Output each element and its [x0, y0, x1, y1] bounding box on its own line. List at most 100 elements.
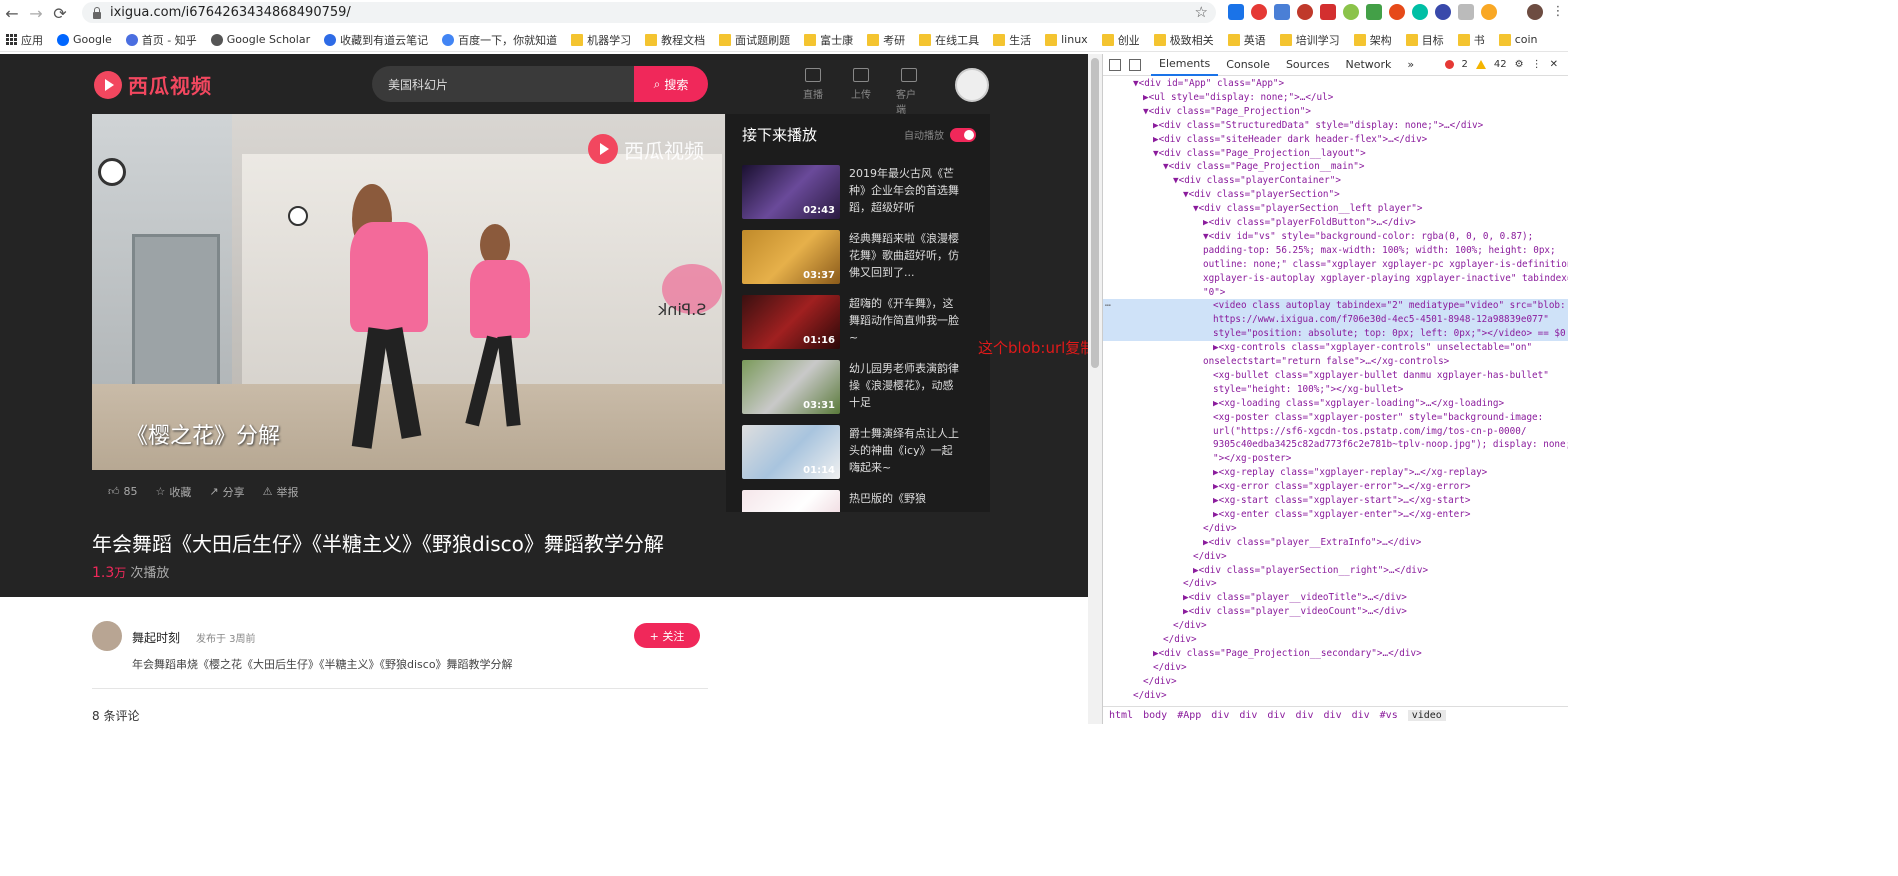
search-button[interactable]: ⌕ 搜索 — [634, 66, 708, 102]
dom-node[interactable]: </div> — [1103, 577, 1568, 591]
bookmark-item[interactable]: 培训学习 — [1279, 32, 1340, 48]
dom-node[interactable]: ▼<div class="playerSection__left player"… — [1103, 202, 1568, 216]
dom-node[interactable]: onselectstart="return false">…</xg-contr… — [1103, 355, 1568, 369]
device-toggle-icon[interactable] — [1129, 58, 1141, 71]
dom-node[interactable]: ▶<div class="playerSection__right">…</di… — [1103, 564, 1568, 578]
devtools-tab[interactable]: » — [1399, 54, 1422, 76]
dom-node[interactable]: ▶<div class="Page_Projection__secondary"… — [1103, 647, 1568, 661]
menu-icon[interactable]: ⋮ — [1550, 4, 1566, 20]
extension-icon[interactable] — [1504, 4, 1520, 20]
bookmark-item[interactable]: 架构 — [1353, 32, 1392, 48]
dom-node[interactable]: </div> — [1103, 550, 1568, 564]
author-avatar[interactable] — [92, 621, 122, 651]
extension-icon[interactable] — [1297, 4, 1313, 20]
selected-dom-node[interactable]: https://www.ixigua.com/f706e30d-4ec5-450… — [1103, 313, 1568, 328]
extension-icon[interactable] — [1228, 4, 1244, 20]
devtools-status[interactable]: 2 42 ⚙ ⋮ ✕ — [1444, 59, 1558, 70]
bookmark-item[interactable]: 考研 — [867, 32, 905, 48]
dom-node[interactable]: "0"> — [1103, 286, 1568, 300]
bookmark-item[interactable]: 首页 - 知乎 — [125, 32, 197, 48]
up-next-title[interactable]: 超嗨的《开车舞》，这舞蹈动作简直帅我一脸~ — [849, 295, 961, 346]
address-bar[interactable]: ixigua.com/i6764263434868490759/ ☆ — [82, 2, 1216, 23]
bookmark-item[interactable]: 面试题刷题 — [719, 32, 790, 48]
dom-node[interactable]: ▶<div class="player__videoTitle">…</div> — [1103, 591, 1568, 605]
devtools-tab[interactable]: Network — [1337, 54, 1399, 76]
selected-dom-node[interactable]: style="position: absolute; top: 0px; lef… — [1103, 327, 1568, 342]
dom-node[interactable]: <xg-bullet class="xgplayer-bullet danmu … — [1103, 369, 1568, 383]
up-next-thumbnail[interactable] — [742, 490, 840, 512]
dom-node[interactable]: </div> — [1103, 675, 1568, 689]
extension-icon[interactable] — [1274, 4, 1290, 20]
bookmark-item[interactable]: 书 — [1457, 32, 1485, 48]
up-next-title[interactable]: 幼儿园男老师表演韵律操《浪漫樱花》，动感十足 — [849, 360, 961, 411]
dom-node[interactable]: ▼<div class="Page_Projection__main"> — [1103, 160, 1568, 174]
up-next-thumbnail[interactable]: 03:31 — [742, 360, 840, 414]
autoplay-toggle[interactable] — [950, 127, 976, 142]
breadcrumb-item[interactable]: div — [1324, 710, 1342, 721]
breadcrumb-item[interactable]: div — [1211, 710, 1229, 721]
like-button[interactable]: 👍︎ 85 — [108, 485, 138, 498]
up-next-title[interactable]: 经典舞蹈来啦《浪漫樱花舞》歌曲超好听，仿佛又回到了... — [849, 230, 961, 281]
up-next-item[interactable]: 02:43 2019年最火古风《芒种》企业年会的首选舞蹈，超级好听 — [742, 165, 982, 221]
extension-icon[interactable] — [1320, 4, 1336, 20]
bookmark-item[interactable]: 创业 — [1101, 32, 1140, 48]
header-action[interactable]: 上传 — [848, 68, 874, 116]
breadcrumb-item[interactable]: div — [1352, 710, 1370, 721]
close-icon[interactable]: ✕ — [1550, 59, 1558, 70]
extension-icon[interactable] — [1481, 4, 1497, 20]
header-action[interactable]: 客户端 — [896, 68, 922, 116]
up-next-thumbnail[interactable]: 02:43 — [742, 165, 840, 219]
back-icon[interactable]: ← — [0, 1, 24, 25]
bookmark-item[interactable]: linux — [1045, 33, 1088, 46]
bookmark-item[interactable]: Google Scholar — [210, 33, 310, 46]
extension-icon[interactable] — [1458, 4, 1474, 20]
dom-node[interactable]: ▶<xg-replay class="xgplayer-replay">…</x… — [1103, 466, 1568, 480]
dom-node[interactable]: ▼<div id="vs" style="background-color: r… — [1103, 230, 1568, 244]
up-next-item[interactable]: 03:37 经典舞蹈来啦《浪漫樱花舞》歌曲超好听，仿佛又回到了... — [742, 230, 982, 286]
bookmark-star-icon[interactable]: ☆ — [1195, 3, 1208, 21]
bookmark-item[interactable]: 应用 — [6, 32, 43, 48]
up-next-title[interactable]: 热巴版的《野狼 — [849, 490, 961, 507]
dom-node[interactable]: ▶<div class="player__ExtraInfo">…</div> — [1103, 536, 1568, 550]
up-next-thumbnail[interactable]: 03:37 — [742, 230, 840, 284]
up-next-title[interactable]: 2019年最火古风《芒种》企业年会的首选舞蹈，超级好听 — [849, 165, 961, 216]
up-next-thumbnail[interactable]: 01:14 — [742, 425, 840, 479]
extension-icon[interactable] — [1343, 4, 1359, 20]
breadcrumb-item[interactable]: #vs — [1380, 710, 1398, 721]
user-avatar[interactable] — [955, 68, 989, 102]
profile-icon[interactable] — [1527, 4, 1543, 20]
more-icon[interactable]: ⋮ — [1532, 59, 1542, 70]
dom-node[interactable]: ▶<xg-start class="xgplayer-start">…</xg-… — [1103, 494, 1568, 508]
breadcrumb-item[interactable]: body — [1143, 710, 1167, 721]
dom-node[interactable]: ▼<div class="playerSection"> — [1103, 188, 1568, 202]
site-logo[interactable]: 西瓜视频 — [94, 70, 212, 99]
header-action[interactable]: 直播 — [800, 68, 826, 116]
bookmark-item[interactable]: 英语 — [1227, 32, 1266, 48]
inspect-element-icon[interactable] — [1109, 58, 1121, 71]
dom-node[interactable]: ▶<div class="StructuredData" style="disp… — [1103, 119, 1568, 133]
extension-icon[interactable] — [1251, 4, 1267, 20]
dom-node[interactable]: ▶<ul style="display: none;">…</ul> — [1103, 91, 1568, 105]
bookmark-item[interactable]: 百度一下，你就知道 — [442, 32, 557, 48]
dom-node[interactable]: ▶<xg-error class="xgplayer-error">…</xg-… — [1103, 480, 1568, 494]
breadcrumb-item[interactable]: #App — [1177, 710, 1201, 721]
bookmark-item[interactable]: 收藏到有道云笔记 — [324, 32, 428, 48]
bookmark-item[interactable]: 目标 — [1405, 32, 1444, 48]
breadcrumb-item[interactable]: div — [1295, 710, 1313, 721]
dom-node[interactable]: "></xg-poster> — [1103, 452, 1568, 466]
collect-button[interactable]: ☆ 收藏 — [156, 484, 192, 500]
up-next-item[interactable]: 热巴版的《野狼 — [742, 490, 982, 512]
dom-node[interactable]: </div> — [1103, 522, 1568, 536]
devtools-tab[interactable]: Console — [1218, 54, 1278, 76]
dom-node[interactable]: padding-top: 56.25%; max-width: 100%; wi… — [1103, 244, 1568, 258]
up-next-item[interactable]: 01:14 爵士舞演绎有点让人上头的神曲《icy》一起嗨起来~ — [742, 425, 982, 481]
dom-node[interactable]: ▶<div class="player__videoCount">…</div> — [1103, 605, 1568, 619]
bookmark-item[interactable]: 生活 — [993, 32, 1031, 48]
dom-node[interactable]: ▶<xg-controls class="xgplayer-controls" … — [1103, 341, 1568, 355]
dom-node[interactable]: </div> — [1103, 619, 1568, 633]
extension-icon[interactable] — [1412, 4, 1428, 20]
dom-node[interactable]: ▼<div id="App" class="App"> — [1103, 77, 1568, 91]
dom-node[interactable]: ▼<div class="Page_Projection__layout"> — [1103, 147, 1568, 161]
dom-node[interactable]: ▶<xg-enter class="xgplayer-enter">…</xg-… — [1103, 508, 1568, 522]
video-player[interactable]: 西瓜视频 S.Pink 《樱之花》分解 — [92, 114, 725, 470]
